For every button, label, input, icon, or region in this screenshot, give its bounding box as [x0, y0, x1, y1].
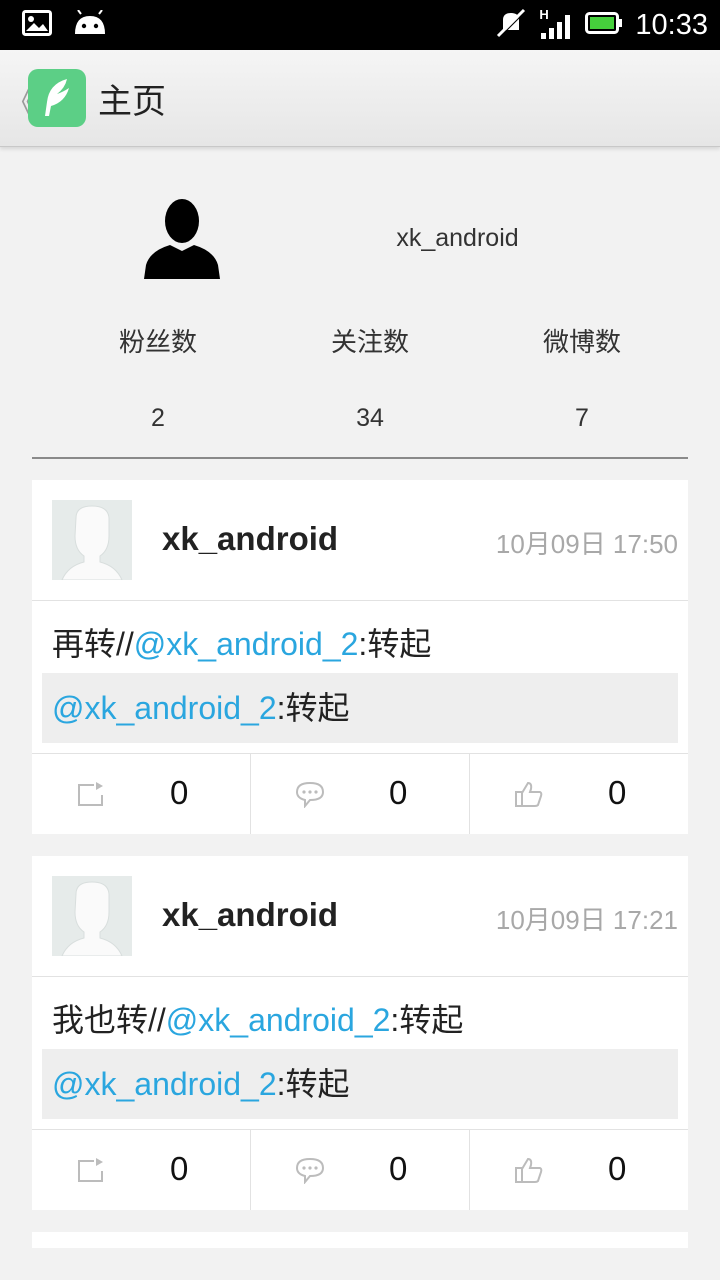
- android-icon: [72, 9, 108, 40]
- like-button[interactable]: 0: [470, 1130, 688, 1210]
- action-bar: 《 主页: [0, 50, 720, 147]
- default-avatar-icon: [52, 500, 132, 580]
- profile-header: xk_android 粉丝数 关注数 微博数 2 34 7: [0, 150, 720, 460]
- clock: 10:33: [635, 8, 708, 41]
- repost-icon: [78, 782, 103, 806]
- comment-button[interactable]: 0: [251, 1130, 470, 1210]
- thumbs-up-icon: [515, 1157, 543, 1183]
- page-title: 主页: [98, 82, 166, 122]
- comment-icon: [295, 1157, 325, 1184]
- repost-icon: [78, 1158, 103, 1182]
- comment-icon: [295, 781, 325, 808]
- person-silhouette-icon: [144, 199, 220, 279]
- mention-link[interactable]: @xk_android_2: [52, 690, 277, 726]
- retweeted-text: :转起: [276, 690, 350, 726]
- comment-button[interactable]: 0: [251, 754, 470, 834]
- repost-button[interactable]: 0: [32, 754, 251, 834]
- post-header: xk_android 10月09日 17:50: [32, 480, 688, 601]
- repost-count: 0: [170, 774, 189, 811]
- post-time: 10月09日 17:50: [495, 529, 678, 559]
- post-text: 我也转//@xk_android_2:转起: [32, 977, 688, 1049]
- post-text-prefix: 我也转//: [52, 1002, 166, 1038]
- followers-label: 粉丝数: [118, 328, 197, 358]
- image-icon: [22, 10, 52, 40]
- mention-link[interactable]: @xk_android_2: [166, 1002, 391, 1038]
- like-button[interactable]: 0: [470, 754, 688, 834]
- mention-link[interactable]: @xk_android_2: [134, 626, 359, 662]
- post-actions: 0 0 0: [32, 1129, 688, 1210]
- post-text-suffix: :转起: [390, 1002, 464, 1038]
- post-card[interactable]: xk_android 10月09日 17:50 再转//@xk_android_…: [32, 480, 688, 834]
- battery-icon: [585, 11, 623, 39]
- like-count: 0: [608, 1150, 627, 1187]
- repost-count: 0: [170, 1150, 189, 1187]
- posts-count[interactable]: 7: [502, 404, 662, 433]
- post-author[interactable]: xk_android: [162, 896, 338, 934]
- profile-username: xk_android: [396, 224, 519, 252]
- post-card[interactable]: [32, 1232, 688, 1248]
- thumbs-up-icon: [515, 781, 543, 807]
- author-avatar[interactable]: [52, 500, 132, 580]
- repost-button[interactable]: 0: [32, 1130, 251, 1210]
- following-count[interactable]: 34: [290, 404, 450, 433]
- post-text-prefix: 再转//: [52, 626, 134, 662]
- divider: [32, 457, 688, 459]
- default-avatar-icon: [52, 876, 132, 956]
- post-time: 10月09日 17:21: [495, 905, 678, 935]
- post-author[interactable]: xk_android: [162, 520, 338, 558]
- status-bar: H 10:33: [0, 0, 720, 50]
- post-text: 再转//@xk_android_2:转起: [32, 601, 688, 673]
- comment-count: 0: [389, 1150, 408, 1187]
- post-card[interactable]: xk_android 10月09日 17:21 我也转//@xk_android…: [32, 856, 688, 1210]
- retweeted-content[interactable]: @xk_android_2:转起: [42, 1049, 678, 1119]
- post-text-suffix: :转起: [358, 626, 432, 662]
- author-avatar[interactable]: [52, 876, 132, 956]
- post-actions: 0 0 0: [32, 753, 688, 834]
- mute-icon: [495, 8, 527, 42]
- mention-link[interactable]: @xk_android_2: [52, 1066, 277, 1102]
- comment-count: 0: [389, 774, 408, 811]
- retweeted-content[interactable]: @xk_android_2:转起: [42, 673, 678, 743]
- avatar[interactable]: [142, 195, 222, 279]
- retweeted-text: :转起: [276, 1066, 350, 1102]
- post-header: xk_android 10月09日 17:21: [32, 856, 688, 977]
- posts-count-label: 微博数: [542, 328, 621, 358]
- app-logo[interactable]: [28, 69, 86, 127]
- feather-icon: [45, 79, 69, 116]
- like-count: 0: [608, 774, 627, 811]
- followers-count[interactable]: 2: [78, 404, 238, 433]
- signal-icon: H: [539, 7, 573, 41]
- following-label: 关注数: [330, 328, 409, 358]
